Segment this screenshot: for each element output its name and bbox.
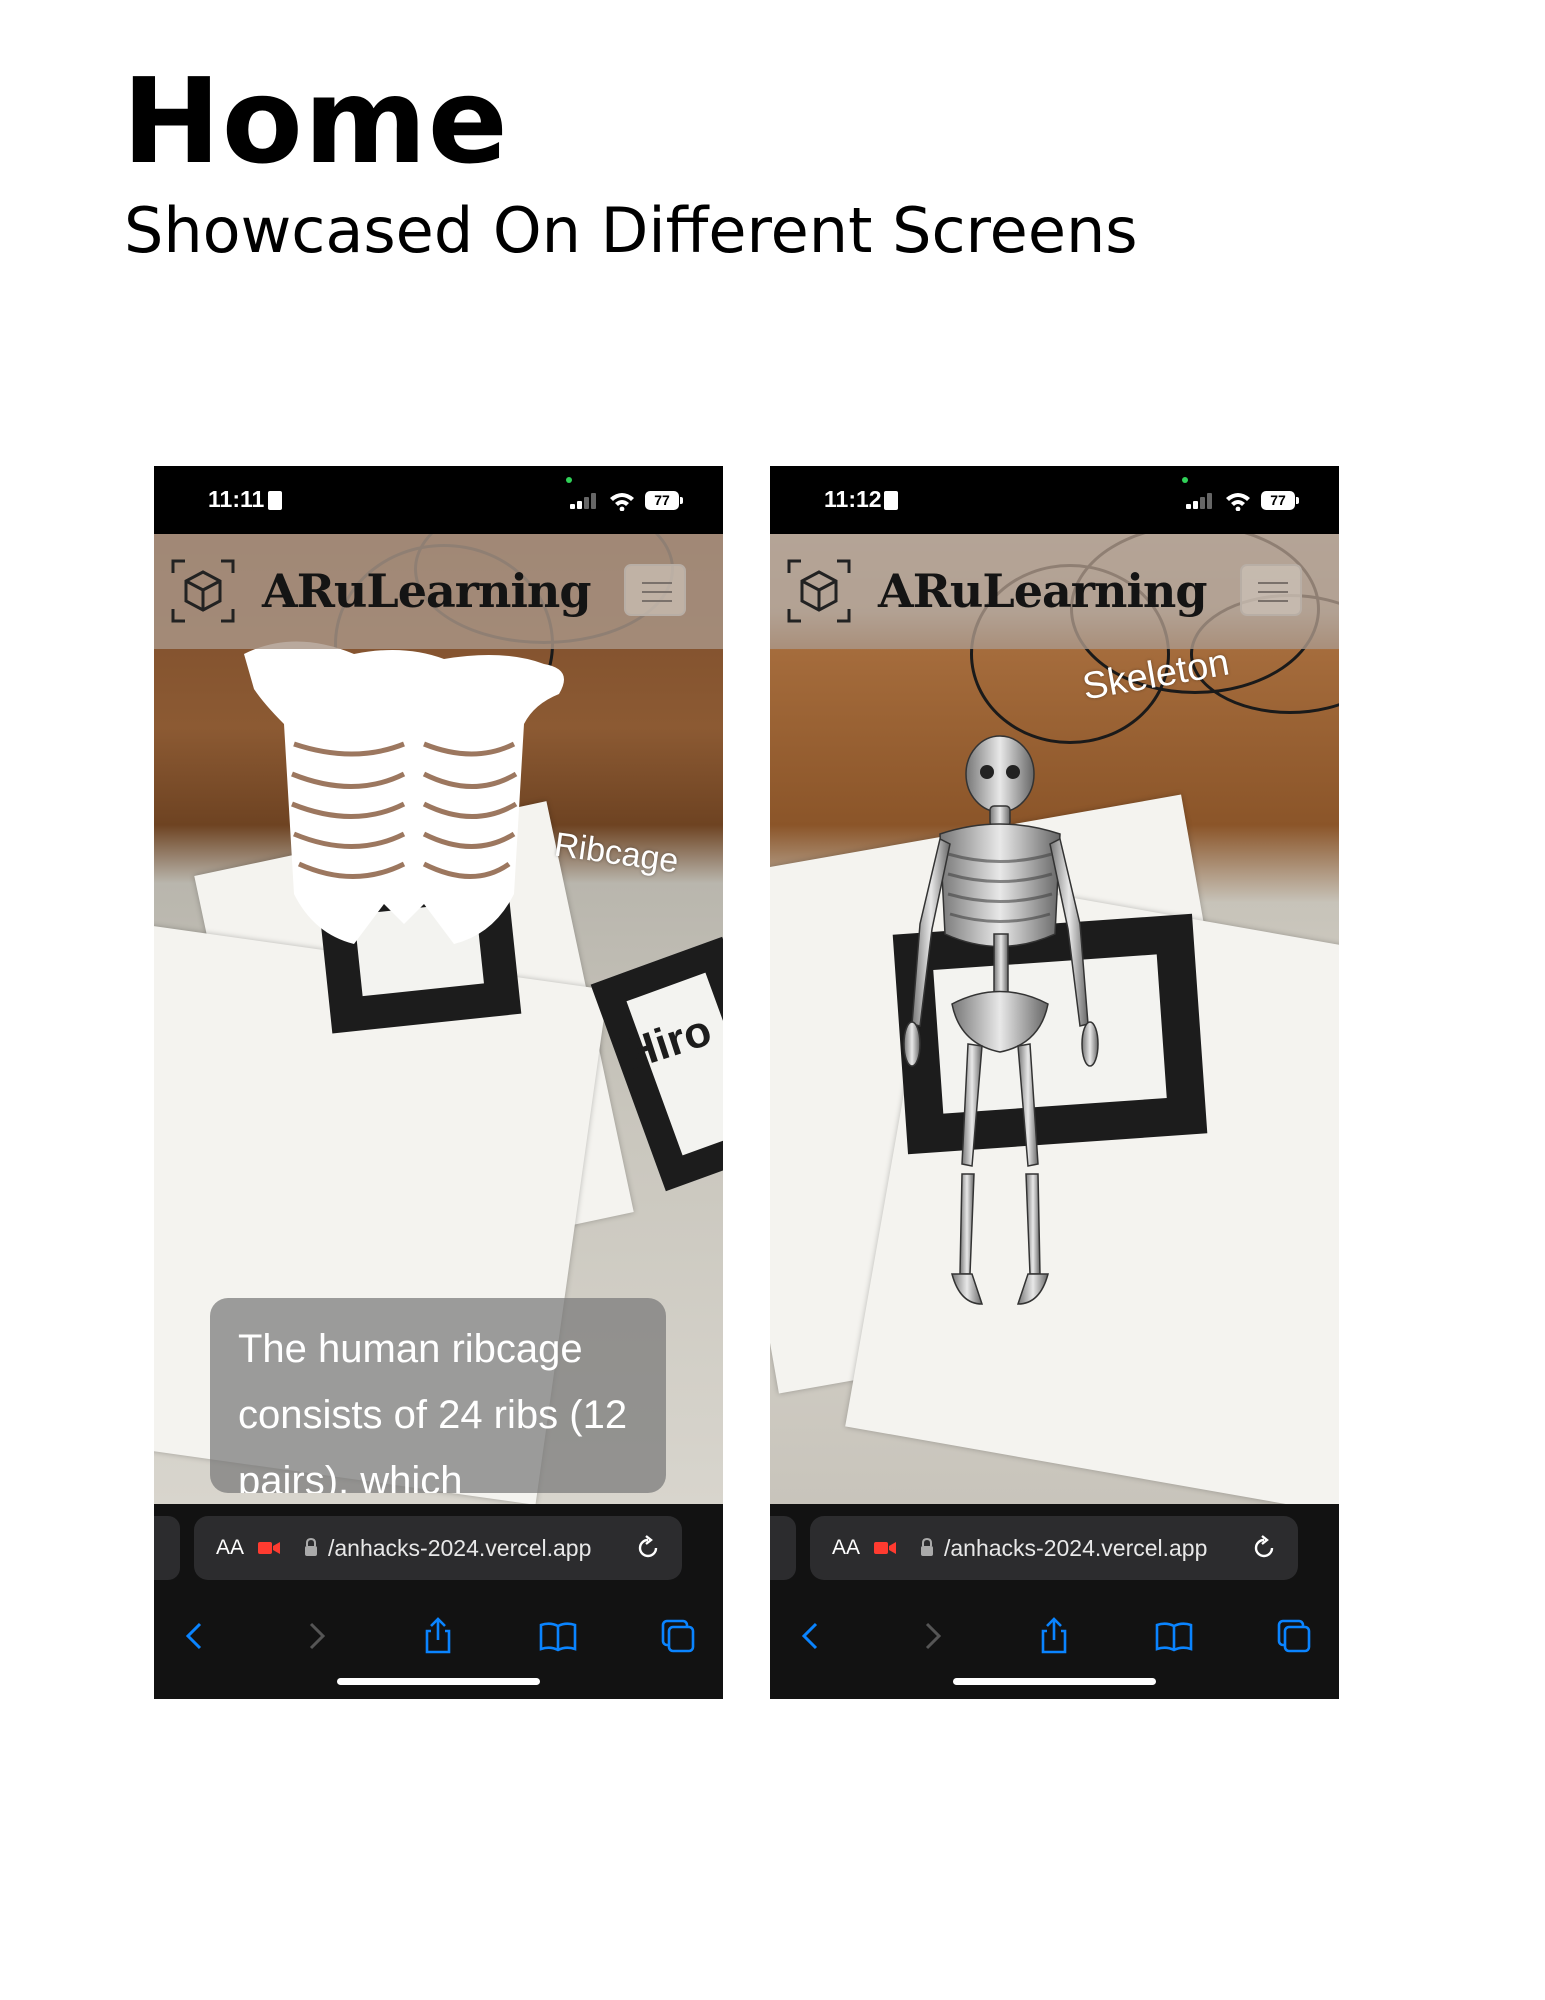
home-indicator[interactable] [337, 1678, 540, 1685]
forward-icon[interactable] [911, 1616, 951, 1656]
ar-camera-view: Skeleton VR [770, 534, 1339, 1504]
bookmarks-icon[interactable] [1154, 1616, 1194, 1656]
menu-button[interactable] [1240, 564, 1302, 616]
signal-icon [1186, 493, 1214, 509]
battery-icon: 77 [1261, 491, 1299, 510]
browser-toolbar: AA /anhacks-2024.vercel.app [770, 1504, 1339, 1699]
status-bar: 11:11 77 [154, 466, 723, 534]
signal-icon [570, 493, 598, 509]
camera-icon [874, 1542, 896, 1554]
lock-icon [305, 1538, 317, 1556]
app-header: ARuLearning [770, 534, 1339, 649]
address-bar[interactable]: AA /anhacks-2024.vercel.app [810, 1516, 1298, 1580]
previous-tab-stub[interactable] [770, 1516, 796, 1580]
bookmarks-icon[interactable] [538, 1616, 578, 1656]
share-icon[interactable] [418, 1616, 458, 1656]
status-bar: 11:12 77 [770, 466, 1339, 534]
address-bar[interactable]: AA /anhacks-2024.vercel.app [194, 1516, 682, 1580]
ar-camera-view: Hiro Ribcage The human ribcage consists … [154, 534, 723, 1504]
app-name: ARuLearning [262, 564, 592, 618]
id-card-icon [884, 491, 898, 510]
wifi-icon [610, 493, 634, 511]
status-time: 11:11 [208, 486, 265, 512]
reload-icon[interactable] [1250, 1534, 1278, 1562]
battery-icon: 77 [645, 491, 683, 510]
share-icon[interactable] [1034, 1616, 1074, 1656]
reload-icon[interactable] [634, 1534, 662, 1562]
url-text: /anhacks-2024.vercel.app [944, 1535, 1208, 1561]
id-card-icon [268, 491, 282, 510]
home-indicator[interactable] [953, 1678, 1156, 1685]
lock-icon [921, 1538, 933, 1556]
tabs-icon[interactable] [658, 1616, 698, 1656]
page-title: Home [122, 52, 509, 190]
menu-button[interactable] [624, 564, 686, 616]
page-subtitle: Showcased On Different Screens [124, 194, 1138, 267]
info-card-text: The human ribcage consists of 24 ribs (1… [238, 1327, 628, 1493]
status-time: 11:12 [824, 486, 882, 512]
reader-aa-button[interactable]: AA [216, 1536, 244, 1560]
logo-cube-icon[interactable] [170, 558, 236, 624]
ribcage-3d-model [244, 641, 564, 944]
wifi-icon [1226, 493, 1250, 511]
tabs-icon[interactable] [1274, 1616, 1314, 1656]
browser-toolbar: AA /anhacks-2024.vercel.app [154, 1504, 723, 1699]
camera-indicator-dot [1182, 477, 1188, 483]
forward-icon[interactable] [295, 1616, 335, 1656]
phone-screenshot-skeleton: Skeleton VR 11:12 77 [770, 466, 1339, 1699]
app-header: ARuLearning [154, 534, 723, 649]
reader-aa-button[interactable]: AA [832, 1536, 860, 1560]
app-name: ARuLearning [878, 564, 1208, 618]
camera-icon [258, 1542, 280, 1554]
info-card[interactable]: The human ribcage consists of 24 ribs (1… [210, 1298, 666, 1493]
camera-indicator-dot [566, 477, 572, 483]
back-icon[interactable] [176, 1616, 216, 1656]
phone-screenshot-ribcage: Hiro Ribcage The human ribcage consists … [154, 466, 723, 1699]
logo-cube-icon[interactable] [786, 558, 852, 624]
skeleton-3d-model [903, 735, 1099, 1305]
back-icon[interactable] [792, 1616, 832, 1656]
previous-tab-stub[interactable] [154, 1516, 180, 1580]
url-text: /anhacks-2024.vercel.app [328, 1535, 592, 1561]
